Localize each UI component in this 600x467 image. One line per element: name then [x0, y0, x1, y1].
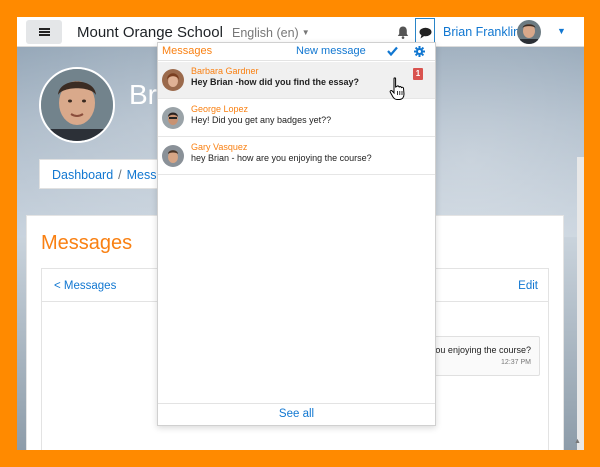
- message-text: you enjoying the course?: [430, 345, 531, 355]
- popover-title: Messages: [162, 45, 213, 57]
- bell-icon[interactable]: [397, 26, 409, 39]
- user-avatar[interactable]: [517, 20, 541, 44]
- mark-all-read-check-icon[interactable]: [387, 46, 398, 56]
- caret-down-icon: ▼: [301, 28, 310, 37]
- conversation-sender: Gary Vasquez: [191, 142, 248, 152]
- page-heading: Br: [129, 79, 157, 110]
- unread-count-badge: 1: [413, 68, 423, 80]
- conversation-preview: hey Brian - how are you enjoying the cou…: [191, 153, 372, 163]
- conversation-item[interactable]: Gary Vasquez hey Brian - how are you enj…: [158, 138, 435, 175]
- back-to-messages-link[interactable]: < Messages: [54, 280, 116, 292]
- see-all-link[interactable]: See all: [158, 403, 435, 425]
- page-scrollbar[interactable]: [577, 157, 584, 450]
- comment-icon: [419, 27, 432, 39]
- user-menu-name[interactable]: Brian Franklin: [443, 25, 520, 39]
- browser-viewport: Mount Orange School English (en) ▼ Brian …: [17, 17, 584, 450]
- hamburger-icon: [38, 28, 50, 36]
- site-name[interactable]: Mount Orange School: [77, 24, 223, 41]
- profile-avatar: [39, 67, 115, 143]
- avatar: [162, 107, 184, 129]
- conversation-item[interactable]: George Lopez Hey! Did you get any badges…: [158, 100, 435, 137]
- page-title: Messages: [41, 232, 133, 254]
- scroll-up-arrow-icon[interactable]: ▲: [574, 438, 581, 445]
- caret-down-icon[interactable]: ▼: [557, 26, 566, 36]
- new-message-link[interactable]: New message: [296, 45, 366, 57]
- nav-drawer-toggle[interactable]: [26, 20, 62, 44]
- language-menu[interactable]: English (en) ▼: [232, 26, 310, 40]
- message-time: 12:37 PM: [501, 359, 531, 366]
- popover-header: Messages New message: [158, 43, 435, 61]
- edit-link[interactable]: Edit: [518, 280, 538, 292]
- avatar: [162, 69, 184, 91]
- hand-cursor-icon: [389, 77, 405, 100]
- breadcrumb-separator: /: [118, 168, 122, 182]
- language-label: English (en): [232, 26, 299, 40]
- gear-icon[interactable]: [414, 46, 425, 57]
- conversation-sender: George Lopez: [191, 104, 249, 114]
- conversation-preview: Hey Brian -how did you find the essay?: [191, 77, 360, 87]
- conversation-sender: Barbara Gardner: [191, 66, 259, 76]
- conversation-preview: Hey! Did you get any badges yet??: [191, 115, 332, 125]
- avatar: [162, 145, 184, 167]
- breadcrumb-dashboard[interactable]: Dashboard: [52, 168, 113, 182]
